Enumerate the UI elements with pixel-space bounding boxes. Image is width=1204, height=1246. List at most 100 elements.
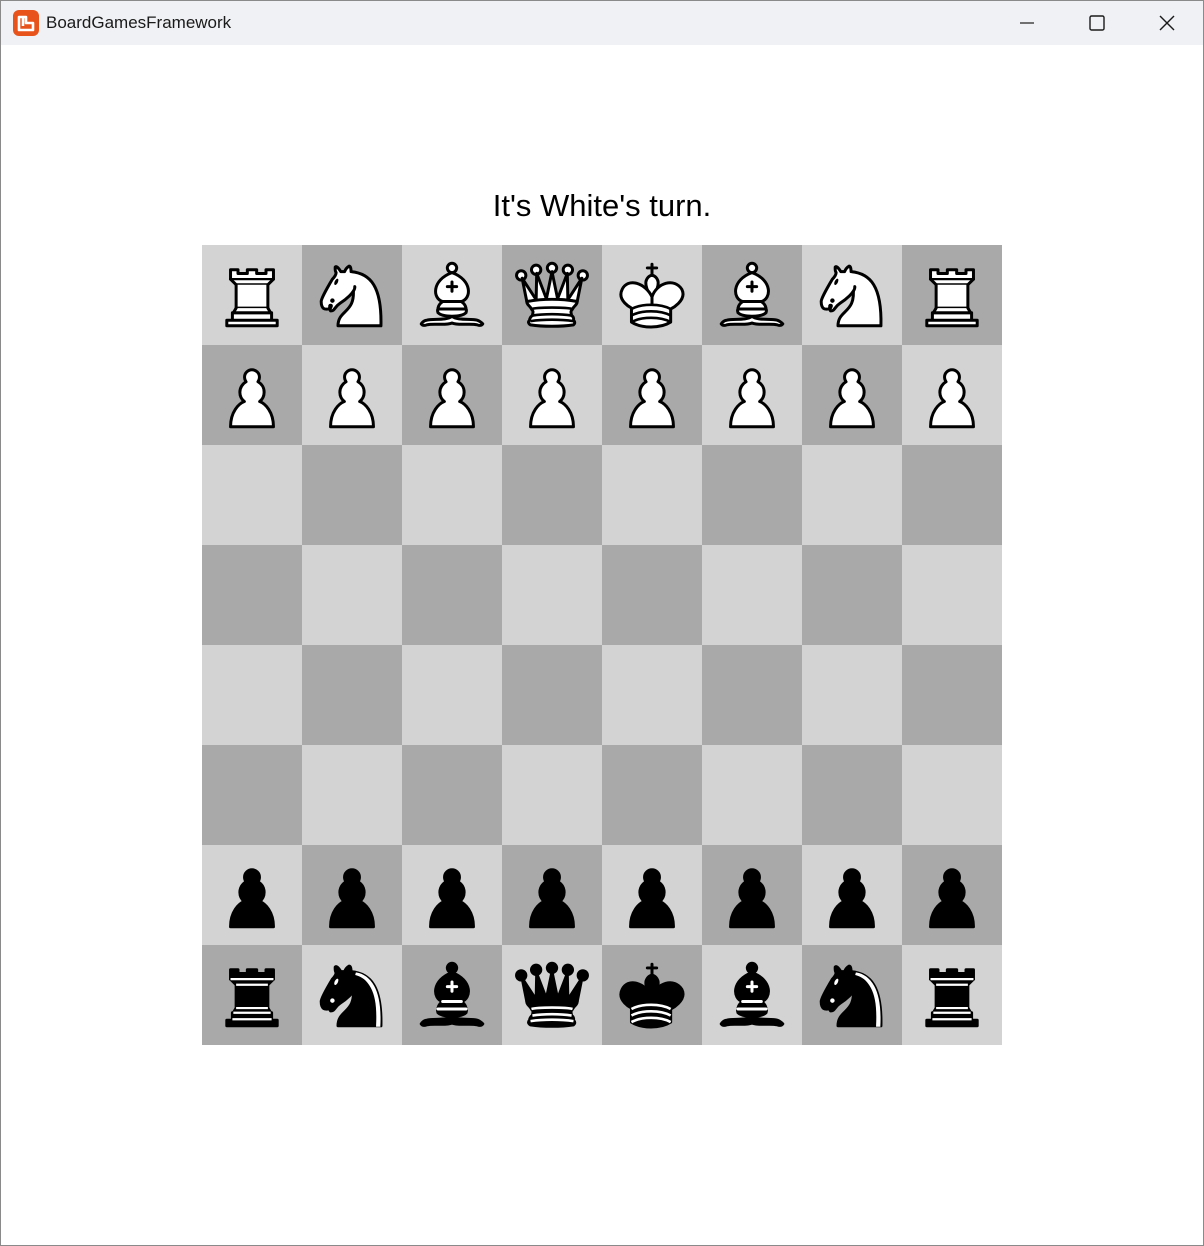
board-square[interactable] [202, 345, 302, 445]
minimize-button[interactable] [992, 1, 1062, 45]
white-pawn-icon[interactable] [610, 353, 694, 437]
white-pawn-icon[interactable] [410, 353, 494, 437]
board-square[interactable] [402, 745, 502, 845]
board-square[interactable] [402, 245, 502, 345]
board-square[interactable] [902, 745, 1002, 845]
black-pawn-icon[interactable] [410, 853, 494, 937]
black-king-icon[interactable] [610, 953, 694, 1037]
white-queen-icon[interactable] [510, 253, 594, 337]
white-pawn-icon[interactable] [510, 353, 594, 437]
board-square[interactable] [302, 245, 402, 345]
board-square[interactable] [202, 645, 302, 745]
board-square[interactable] [502, 945, 602, 1045]
board-square[interactable] [302, 745, 402, 845]
board-square[interactable] [302, 445, 402, 545]
board-square[interactable] [902, 945, 1002, 1045]
chess-board[interactable] [202, 245, 1002, 1045]
board-square[interactable] [802, 245, 902, 345]
white-pawn-icon[interactable] [710, 353, 794, 437]
white-bishop-icon[interactable] [410, 253, 494, 337]
white-pawn-icon[interactable] [210, 353, 294, 437]
black-queen-icon[interactable] [510, 953, 594, 1037]
board-square[interactable] [902, 545, 1002, 645]
black-knight-icon[interactable] [810, 953, 894, 1037]
black-knight-icon[interactable] [310, 953, 394, 1037]
board-square[interactable] [502, 345, 602, 445]
board-square[interactable] [402, 945, 502, 1045]
white-rook-icon[interactable] [210, 253, 294, 337]
board-square[interactable] [702, 245, 802, 345]
title-bar[interactable]: BoardGamesFramework [1, 1, 1203, 45]
white-bishop-icon[interactable] [710, 253, 794, 337]
board-square[interactable] [702, 845, 802, 945]
board-square[interactable] [802, 545, 902, 645]
board-square[interactable] [802, 345, 902, 445]
board-square[interactable] [502, 745, 602, 845]
board-square[interactable] [802, 845, 902, 945]
board-square[interactable] [602, 245, 702, 345]
board-square[interactable] [602, 945, 702, 1045]
black-pawn-icon[interactable] [710, 853, 794, 937]
board-square[interactable] [702, 445, 802, 545]
board-square[interactable] [302, 845, 402, 945]
board-square[interactable] [902, 445, 1002, 545]
board-square[interactable] [802, 745, 902, 845]
white-king-icon[interactable] [610, 253, 694, 337]
board-square[interactable] [702, 745, 802, 845]
board-square[interactable] [902, 345, 1002, 445]
board-square[interactable] [502, 245, 602, 345]
maximize-button[interactable] [1062, 1, 1132, 45]
board-square[interactable] [702, 545, 802, 645]
board-square[interactable] [202, 745, 302, 845]
board-square[interactable] [202, 845, 302, 945]
board-square[interactable] [602, 345, 702, 445]
board-square[interactable] [402, 545, 502, 645]
black-pawn-icon[interactable] [510, 853, 594, 937]
board-square[interactable] [602, 645, 702, 745]
board-square[interactable] [902, 245, 1002, 345]
white-knight-icon[interactable] [810, 253, 894, 337]
board-square[interactable] [702, 645, 802, 745]
board-square[interactable] [602, 545, 702, 645]
board-square[interactable] [402, 445, 502, 545]
white-knight-icon[interactable] [310, 253, 394, 337]
black-bishop-icon[interactable] [710, 953, 794, 1037]
board-square[interactable] [202, 545, 302, 645]
board-square[interactable] [802, 945, 902, 1045]
board-square[interactable] [502, 845, 602, 945]
board-square[interactable] [302, 945, 402, 1045]
black-pawn-icon[interactable] [210, 853, 294, 937]
black-bishop-icon[interactable] [410, 953, 494, 1037]
board-square[interactable] [902, 845, 1002, 945]
board-square[interactable] [702, 945, 802, 1045]
board-square[interactable] [202, 245, 302, 345]
board-square[interactable] [502, 445, 602, 545]
board-square[interactable] [402, 645, 502, 745]
black-pawn-icon[interactable] [610, 853, 694, 937]
black-rook-icon[interactable] [910, 953, 994, 1037]
board-square[interactable] [402, 845, 502, 945]
black-rook-icon[interactable] [210, 953, 294, 1037]
close-button[interactable] [1132, 1, 1202, 45]
board-square[interactable] [502, 645, 602, 745]
board-square[interactable] [302, 645, 402, 745]
board-square[interactable] [302, 545, 402, 645]
white-pawn-icon[interactable] [910, 353, 994, 437]
black-pawn-icon[interactable] [810, 853, 894, 937]
black-pawn-icon[interactable] [910, 853, 994, 937]
board-square[interactable] [702, 345, 802, 445]
board-square[interactable] [202, 945, 302, 1045]
board-square[interactable] [302, 345, 402, 445]
board-square[interactable] [802, 445, 902, 545]
white-pawn-icon[interactable] [810, 353, 894, 437]
board-square[interactable] [602, 745, 702, 845]
black-pawn-icon[interactable] [310, 853, 394, 937]
board-square[interactable] [502, 545, 602, 645]
white-pawn-icon[interactable] [310, 353, 394, 437]
board-square[interactable] [402, 345, 502, 445]
white-rook-icon[interactable] [910, 253, 994, 337]
board-square[interactable] [602, 845, 702, 945]
game-canvas[interactable]: It's White's turn. [1, 45, 1203, 1245]
board-square[interactable] [902, 645, 1002, 745]
board-square[interactable] [202, 445, 302, 545]
